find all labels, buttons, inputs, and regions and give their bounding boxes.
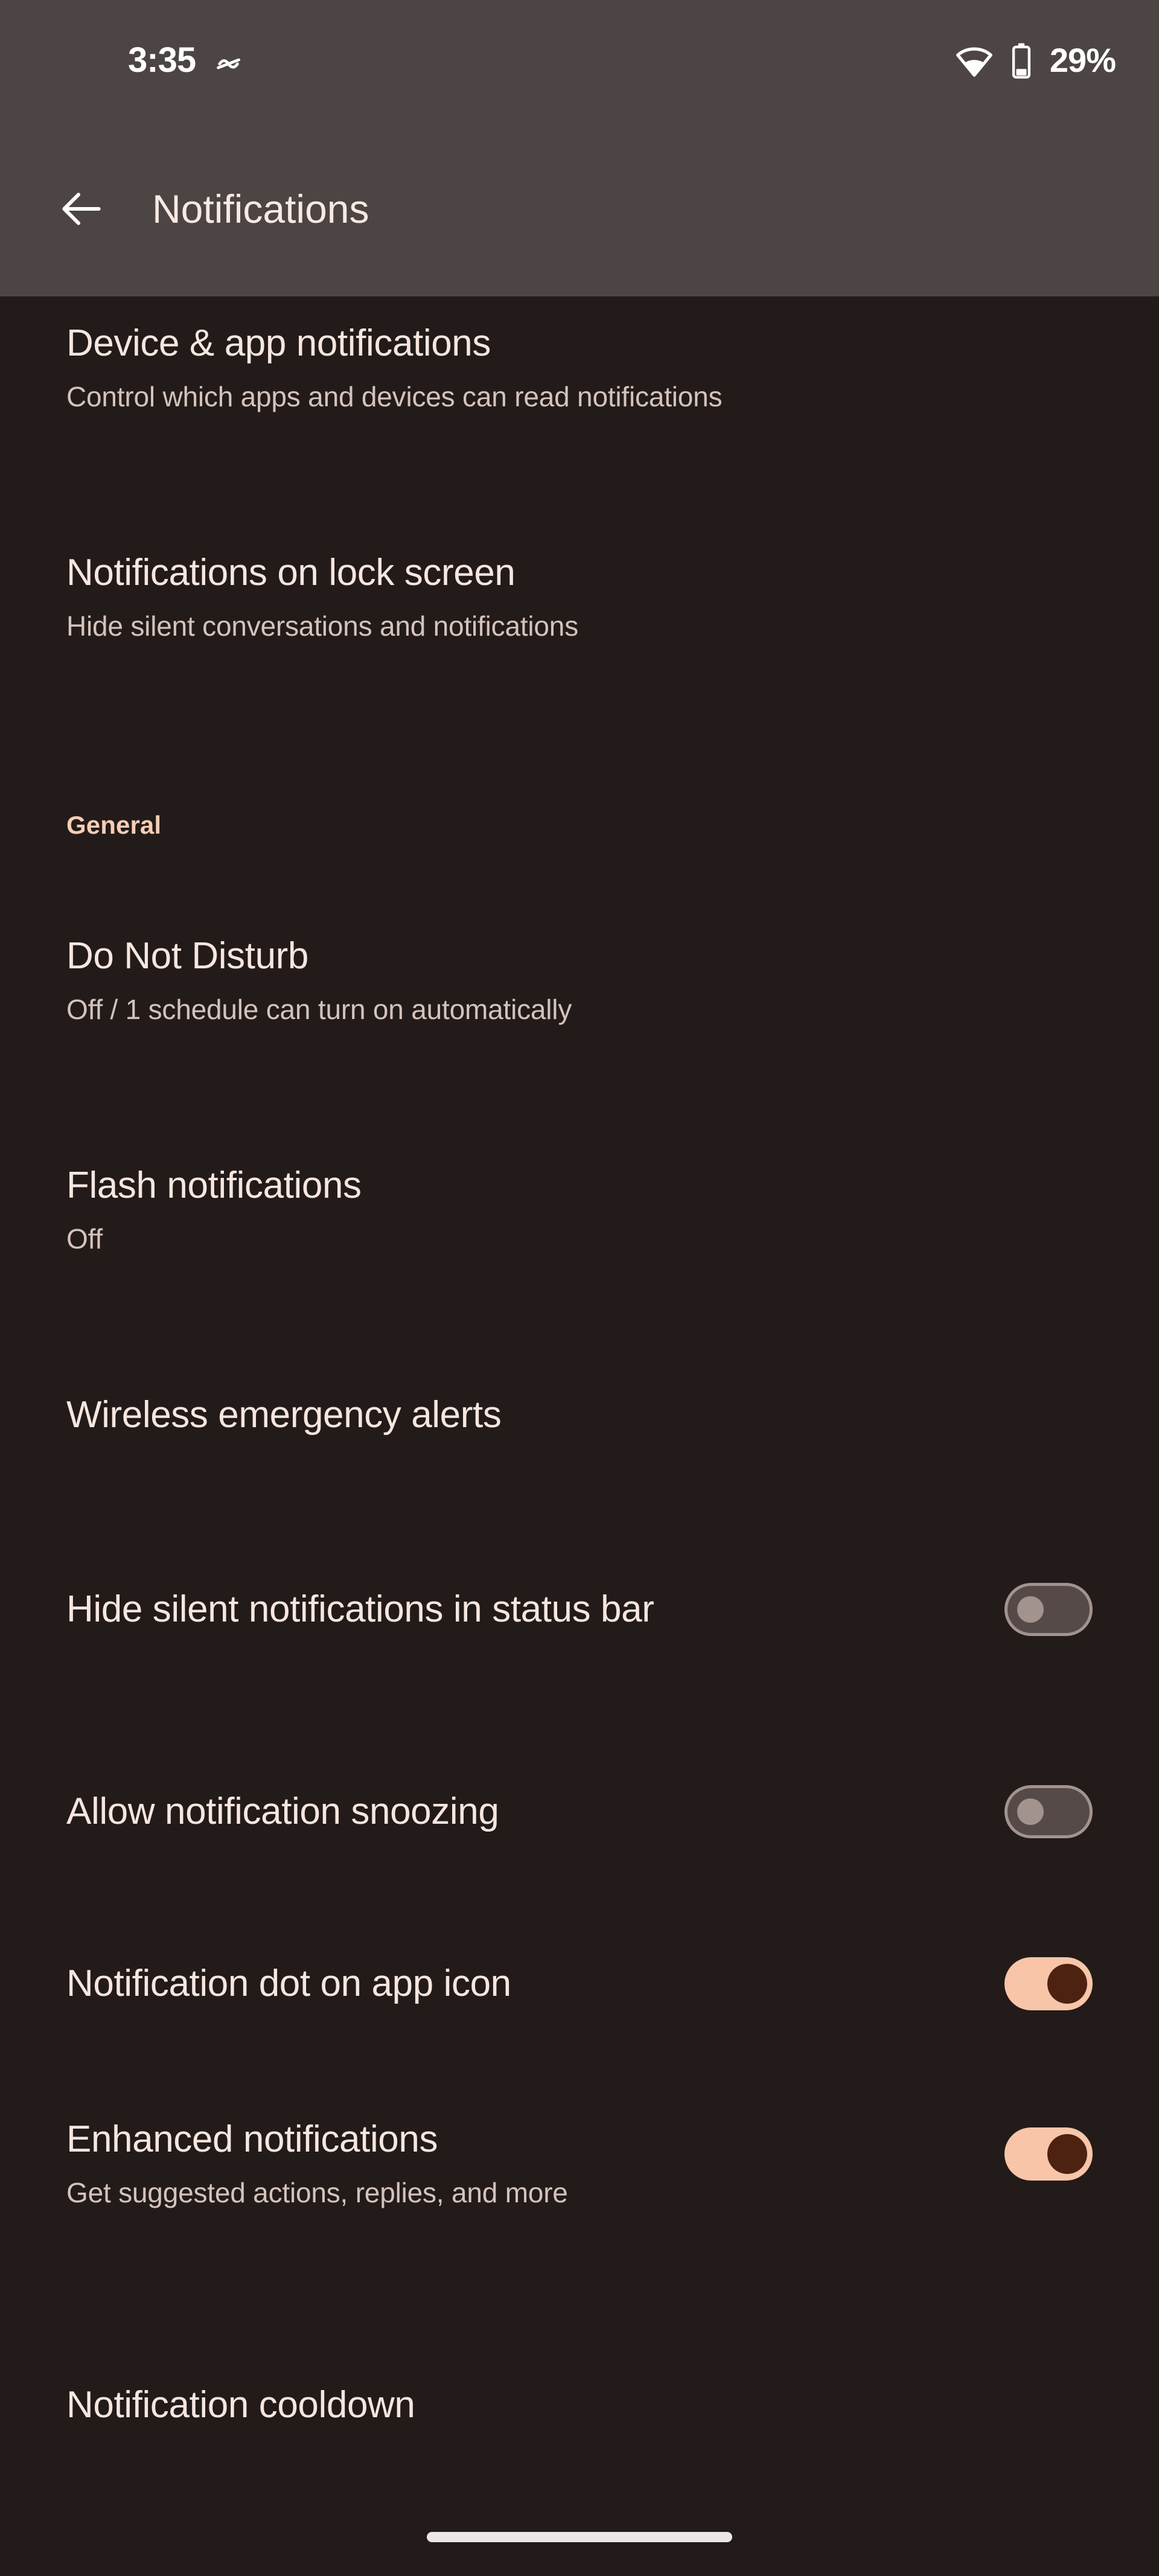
setting-title: Enhanced notifications <box>66 2118 438 2160</box>
setting-title: Notification dot on app icon <box>66 1963 511 2005</box>
setting-notification-dot-on-app-icon[interactable]: Notification dot on app icon <box>0 1948 1159 2020</box>
setting-title: Notification cooldown <box>66 2384 415 2426</box>
setting-enhanced-notifications[interactable]: Enhanced notifications Get suggested act… <box>0 2117 1159 2210</box>
row-text: Device & app notifications Control which… <box>66 321 1093 414</box>
setting-title: Do Not Disturb <box>66 935 308 977</box>
setting-flash-notifications[interactable]: Flash notifications Off <box>0 1163 1159 1256</box>
row-text: Notification dot on app icon <box>66 1961 974 2007</box>
row-text: Do Not Disturb Off / 1 schedule can turn… <box>66 933 1093 1027</box>
battery-percentage: 29% <box>1049 41 1116 79</box>
setting-title: Device & app notifications <box>66 322 491 364</box>
toggle-knob <box>1017 1798 1044 1825</box>
status-bar-right: 29% <box>956 42 1116 79</box>
row-text: Enhanced notifications Get suggested act… <box>66 2117 974 2210</box>
status-bar-left: 3:35 <box>0 43 245 78</box>
row-text: Notification cooldown <box>66 2382 1093 2428</box>
phone-screen: 3:35 29% Notifications Device & app noti… <box>0 0 1159 2576</box>
row-text: Flash notifications Off <box>66 1163 1093 1256</box>
setting-hide-silent-notifications-in-status-bar[interactable]: Hide silent notifications in status bar <box>0 1540 1159 1679</box>
setting-subtitle: Control which apps and devices can read … <box>66 380 723 412</box>
toggle-knob <box>1017 1596 1044 1623</box>
row-text: Notifications on lock screen Hide silent… <box>66 550 1093 644</box>
toggle-switch-on[interactable] <box>1004 1957 1093 2010</box>
toggle-knob <box>1047 1964 1087 2004</box>
allow-notification-snoozing-switch[interactable] <box>1004 1785 1093 1838</box>
setting-wireless-emergency-alerts[interactable]: Wireless emergency alerts <box>0 1392 1159 1438</box>
row-text: Allow notification snoozing <box>66 1789 974 1835</box>
settings-list[interactable]: Device & app notifications Control which… <box>0 296 1159 2576</box>
setting-do-not-disturb[interactable]: Do Not Disturb Off / 1 schedule can turn… <box>0 933 1159 1027</box>
home-gesture-bar[interactable] <box>427 2532 732 2542</box>
enhanced-notifications-switch[interactable] <box>1004 2127 1093 2181</box>
setting-notifications-on-lock-screen[interactable]: Notifications on lock screen Hide silent… <box>0 550 1159 644</box>
notifications-off-icon <box>212 44 245 77</box>
status-bar-clock: 3:35 <box>128 40 196 80</box>
setting-device-and-app-notifications[interactable]: Device & app notifications Control which… <box>0 321 1159 414</box>
row-text: Hide silent notifications in status bar <box>66 1587 974 1632</box>
page-title: Notifications <box>152 186 369 231</box>
toggle-switch-on[interactable] <box>1004 2127 1093 2181</box>
toggle-switch-off[interactable] <box>1004 1785 1093 1838</box>
status-bar: 3:35 29% <box>0 0 1159 121</box>
setting-title: Wireless emergency alerts <box>66 1394 502 1436</box>
setting-allow-notification-snoozing[interactable]: Allow notification snoozing <box>0 1775 1159 1848</box>
section-header-general: General <box>66 811 162 839</box>
toggle-knob <box>1047 2134 1087 2174</box>
setting-subtitle: Off / 1 schedule can turn on automatical… <box>66 993 572 1025</box>
hide-silent-notifications-switch[interactable] <box>1004 1583 1093 1636</box>
app-bar: Notifications <box>0 121 1159 296</box>
toggle-switch-off[interactable] <box>1004 1583 1093 1636</box>
battery-icon <box>1009 42 1034 79</box>
wifi-icon <box>956 42 993 79</box>
back-button[interactable] <box>36 164 127 254</box>
row-text: Wireless emergency alerts <box>66 1392 1093 1438</box>
setting-title: Notifications on lock screen <box>66 552 516 593</box>
arrow-back-icon <box>56 183 107 235</box>
setting-subtitle: Off <box>66 1222 103 1254</box>
setting-title: Hide silent notifications in status bar <box>66 1588 654 1631</box>
setting-notification-cooldown[interactable]: Notification cooldown <box>0 2382 1159 2428</box>
notification-dot-switch[interactable] <box>1004 1957 1093 2010</box>
setting-title: Flash notifications <box>66 1165 362 1206</box>
setting-subtitle: Get suggested actions, replies, and more <box>66 2176 568 2208</box>
setting-subtitle: Hide silent conversations and notificati… <box>66 610 578 642</box>
setting-title: Allow notification snoozing <box>66 1791 499 1833</box>
